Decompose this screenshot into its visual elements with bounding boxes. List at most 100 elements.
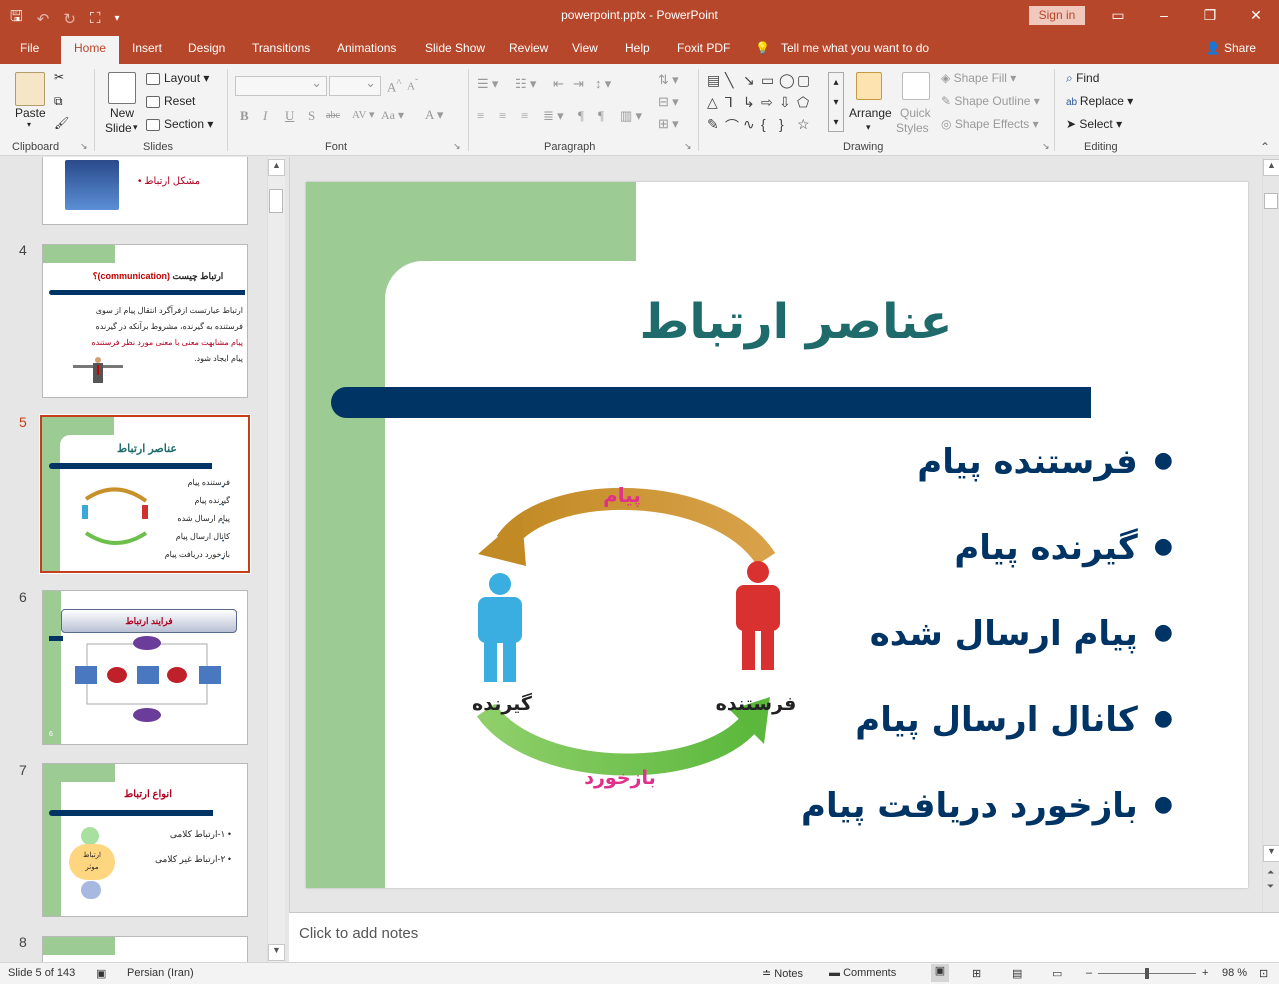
tab-transitions[interactable]: Transitions (252, 41, 310, 55)
slide-scroll-down-icon[interactable]: ▼ (1263, 845, 1279, 862)
shape-fill-button[interactable]: ◈ Shape Fill ▾ (941, 71, 1016, 85)
slide-thumbnail-6[interactable]: فرایند ارتباط 6 (42, 590, 248, 745)
oval-shape-icon[interactable]: ◯ (779, 72, 795, 89)
arrange-button[interactable]: Arrange (849, 106, 892, 120)
ribbon-display-icon[interactable]: ▭ (1095, 0, 1141, 32)
tell-me-search[interactable]: Tell me what you want to do (781, 41, 929, 55)
section-button[interactable]: Section ▾ (146, 117, 213, 131)
slide-scroll-up-icon[interactable]: ▲ (1263, 159, 1279, 176)
slide-thumbnail-4[interactable]: ارتباط چیست (communication)؟ ارتباط عبار… (42, 244, 248, 398)
normal-view-icon[interactable]: ▣ (931, 964, 949, 982)
textbox-shape-icon[interactable]: ▤ (707, 72, 720, 89)
star-shape-icon[interactable]: ☆ (797, 116, 810, 133)
collapse-ribbon-icon[interactable]: ⌃ (1260, 140, 1270, 154)
shape-outline-button[interactable]: ✎ Shape Outline ▾ (941, 94, 1040, 108)
sign-in-button[interactable]: Sign in (1029, 6, 1085, 25)
tab-slide-show[interactable]: Slide Show (425, 41, 485, 55)
slide-thumbnail-3[interactable]: مشکل ارتباط • (42, 157, 248, 225)
tab-insert[interactable]: Insert (132, 41, 162, 55)
reading-view-icon[interactable]: ▤ (1012, 967, 1022, 980)
tab-view[interactable]: View (572, 41, 598, 55)
increase-indent-icon[interactable]: ⇥ (573, 76, 584, 92)
paragraph-launcher-icon[interactable]: ↘ (684, 141, 692, 152)
quick-styles-button[interactable]: Quick (900, 106, 931, 120)
rounded-rect-shape-icon[interactable]: ▢ (797, 72, 810, 89)
right-arrow-shape-icon[interactable]: ⇨ (761, 94, 773, 111)
copy-icon[interactable]: ⧉ (54, 94, 63, 109)
slide-sorter-icon[interactable]: ⊞ (972, 967, 981, 980)
select-button[interactable]: ➤ Select ▾ (1066, 117, 1122, 131)
arrange-icon[interactable] (856, 72, 882, 100)
tab-review[interactable]: Review (509, 41, 548, 55)
arrow-line-shape-icon[interactable]: ↘ (743, 72, 755, 89)
tab-home[interactable]: Home (61, 36, 120, 64)
clipboard-launcher-icon[interactable]: ↘ (80, 141, 88, 152)
drawing-launcher-icon[interactable]: ↘ (1042, 141, 1050, 152)
font-color-icon[interactable]: A ▾ (425, 107, 443, 123)
decrease-indent-icon[interactable]: ⇤ (553, 76, 564, 92)
zoom-level[interactable]: 98 % (1222, 967, 1247, 979)
minimize-icon[interactable]: – (1141, 0, 1187, 32)
font-size-combo[interactable] (329, 75, 381, 96)
notes-placeholder[interactable]: Click to add notes (299, 925, 418, 942)
layout-button[interactable]: Layout ▾ (146, 71, 209, 85)
scroll-up-icon[interactable]: ▲ (268, 159, 285, 176)
shape-effects-button[interactable]: ◎ Shape Effects ▾ (941, 117, 1039, 131)
thumbnails-scrollbar[interactable]: ▲ ▼ (267, 157, 285, 962)
align-left-icon[interactable]: ≡ (477, 108, 484, 124)
tab-file[interactable]: File (20, 41, 39, 55)
reset-button[interactable]: Reset (146, 94, 195, 108)
left-brace-shape-icon[interactable]: { (761, 116, 766, 132)
maximize-icon[interactable]: ❐ (1187, 0, 1233, 32)
down-arrow-shape-icon[interactable]: ⇩ (779, 94, 791, 111)
scroll-thumb[interactable] (269, 189, 283, 213)
replace-button[interactable]: ab Replace ▾ (1066, 94, 1133, 108)
rtl-icon[interactable]: ¶ (578, 108, 584, 124)
increase-font-icon[interactable]: A^ (387, 77, 401, 95)
pentagon-shape-icon[interactable]: ⬠ (797, 94, 809, 111)
language-indicator[interactable]: Persian (Iran) (127, 967, 194, 979)
slideshow-view-icon[interactable]: ▭ (1052, 967, 1062, 980)
align-text-icon[interactable]: ⊟ ▾ (658, 94, 679, 110)
ltr-icon[interactable]: ¶ (598, 108, 604, 124)
strikethrough-icon[interactable]: abc (326, 110, 340, 121)
slide-thumbnail-8[interactable] (42, 936, 248, 962)
line-shape-icon[interactable]: ╲ (725, 72, 733, 89)
zoom-slider-thumb[interactable] (1145, 968, 1149, 979)
zoom-out-icon[interactable]: – (1086, 967, 1092, 979)
decrease-font-icon[interactable]: Aˇ (407, 77, 418, 93)
previous-slide-icon[interactable]: ⏶ (1267, 867, 1274, 878)
slide-thumbnail-7[interactable]: انواع ارتباط • ۱-ارتباط کلامی • ۲-ارتباط… (42, 763, 248, 917)
tab-design[interactable]: Design (188, 41, 225, 55)
comments-toggle-button[interactable]: ▬ Comments (829, 967, 896, 979)
paste-icon[interactable] (15, 72, 45, 106)
tab-help[interactable]: Help (625, 41, 650, 55)
curve-shape-icon[interactable]: ∿ (743, 116, 755, 133)
text-direction-icon[interactable]: ⇅ ▾ (658, 72, 679, 88)
notes-toggle-button[interactable]: ≐ Notes (762, 967, 803, 980)
smartart-icon[interactable]: ⊞ ▾ (658, 116, 679, 132)
communication-cycle-diagram[interactable]: پیام بازخورد گیرنده فرستنده (426, 462, 826, 807)
line-spacing-icon[interactable]: ↕ ▾ (595, 76, 611, 92)
spelling-icon[interactable]: ▣ (96, 967, 106, 980)
zoom-in-icon[interactable]: + (1202, 967, 1208, 979)
cut-icon[interactable]: ✂ (54, 70, 64, 84)
freeform-shape-icon[interactable]: ✎ (707, 116, 719, 133)
slide-thumbnail-5[interactable]: عناصر ارتباط فرستنده پیام گیرنده پیام پی… (39, 414, 251, 574)
arc-shape-icon[interactable]: ⌒ (725, 116, 739, 136)
char-spacing-icon[interactable]: AV ▾ (352, 108, 375, 121)
tab-foxit-pdf[interactable]: Foxit PDF (677, 41, 730, 55)
shadow-icon[interactable]: S (308, 108, 315, 124)
shapes-more-icon[interactable]: ▴ ▾ ▾ (828, 72, 844, 132)
font-name-combo[interactable] (235, 75, 327, 96)
connector-shape-icon[interactable]: ⅂ (725, 94, 733, 111)
new-slide-button[interactable]: New (110, 106, 134, 120)
right-brace-shape-icon[interactable]: } (779, 116, 784, 132)
next-slide-icon[interactable]: ⏷ (1267, 881, 1274, 892)
quick-styles-button-label[interactable]: Styles (896, 121, 929, 135)
elbow-arrow-shape-icon[interactable]: ↳ (743, 94, 755, 111)
bold-icon[interactable]: B (240, 108, 249, 124)
triangle-shape-icon[interactable]: △ (707, 94, 718, 111)
close-icon[interactable]: ✕ (1233, 0, 1279, 32)
share-button[interactable]: 👤 Share (1206, 41, 1256, 55)
